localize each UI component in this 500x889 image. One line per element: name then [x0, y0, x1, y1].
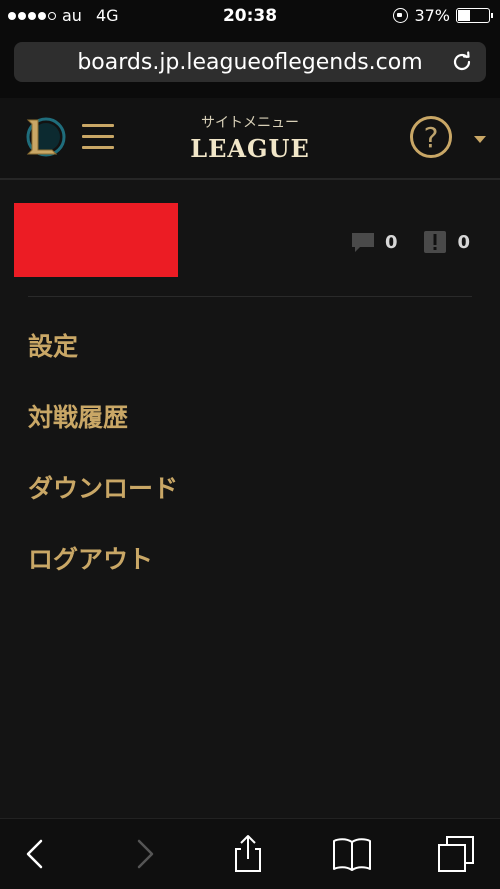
- url-text: boards.jp.leagueoflegends.com: [77, 49, 423, 75]
- redacted-username-block: [14, 203, 178, 277]
- divider: [28, 296, 472, 297]
- battery-percent: 37%: [414, 6, 450, 25]
- hamburger-icon[interactable]: [82, 124, 114, 150]
- speech-bubble-icon[interactable]: [351, 230, 375, 254]
- browser-address-area: boards.jp.leagueoflegends.com: [0, 34, 500, 98]
- help-icon[interactable]: ?: [410, 116, 452, 158]
- comments-count: 0: [384, 231, 398, 253]
- browser-toolbar: [0, 818, 500, 889]
- lol-logo-icon[interactable]: [22, 114, 68, 160]
- chevron-down-icon[interactable]: [474, 136, 486, 143]
- chevron-left-icon[interactable]: [16, 834, 56, 874]
- menu-item-match-history[interactable]: 対戦履歴: [28, 396, 178, 467]
- brand-title[interactable]: LEAGUE: [150, 134, 350, 163]
- reload-icon[interactable]: [450, 50, 474, 74]
- address-bar[interactable]: boards.jp.leagueoflegends.com: [14, 42, 486, 82]
- rotation-lock-icon: [393, 8, 409, 23]
- status-right: 37%: [393, 6, 493, 25]
- book-icon[interactable]: [332, 834, 372, 874]
- share-icon[interactable]: [228, 834, 268, 874]
- status-bar: au 4G 20:38 37%: [0, 0, 500, 34]
- alert-icon[interactable]: [423, 230, 447, 254]
- menu-item-settings[interactable]: 設定: [28, 325, 178, 396]
- menu-item-logout[interactable]: ログアウト: [28, 538, 178, 609]
- site-header: サイトメニュー LEAGUE ?: [0, 98, 500, 180]
- site-menu-label: サイトメニュー: [201, 115, 299, 131]
- user-stats: 0 0: [351, 230, 470, 254]
- user-menu: 設定 対戦履歴 ダウンロード ログアウト: [28, 325, 178, 609]
- chevron-right-icon[interactable]: [124, 834, 164, 874]
- menu-item-download[interactable]: ダウンロード: [28, 467, 178, 538]
- tabs-icon[interactable]: [436, 834, 476, 874]
- alerts-count: 0: [457, 231, 470, 253]
- battery-icon: [456, 8, 493, 23]
